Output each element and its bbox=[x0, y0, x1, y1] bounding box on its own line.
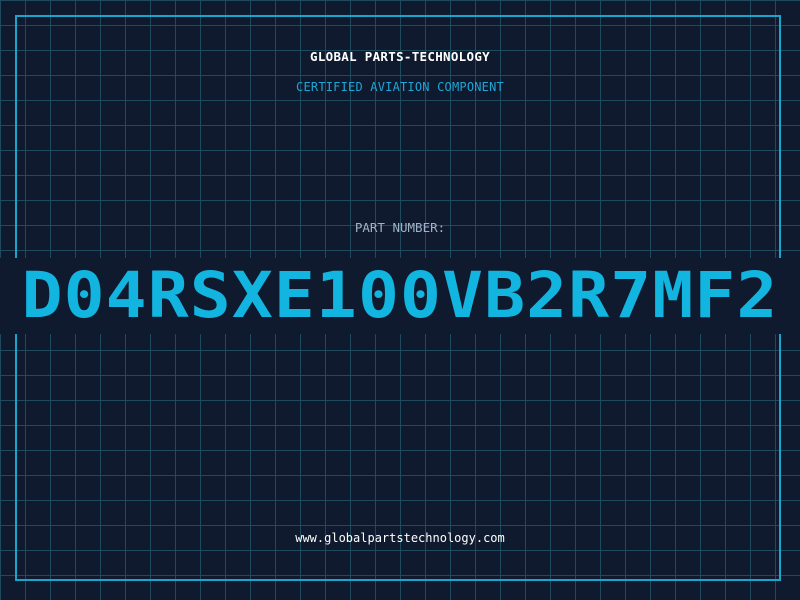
certification-subtitle: CERTIFIED AVIATION COMPONENT bbox=[296, 80, 504, 94]
part-number-value: D04RSXE100VB2R7MF2 bbox=[21, 259, 779, 332]
part-label-card: GLOBAL PARTS-TECHNOLOGY CERTIFIED AVIATI… bbox=[0, 0, 800, 600]
website-url: www.globalpartstechnology.com bbox=[295, 531, 505, 545]
part-number-band: D04RSXE100VB2R7MF2 bbox=[0, 258, 800, 334]
company-name: GLOBAL PARTS-TECHNOLOGY bbox=[310, 49, 490, 64]
part-number-label: PART NUMBER: bbox=[354, 220, 446, 235]
